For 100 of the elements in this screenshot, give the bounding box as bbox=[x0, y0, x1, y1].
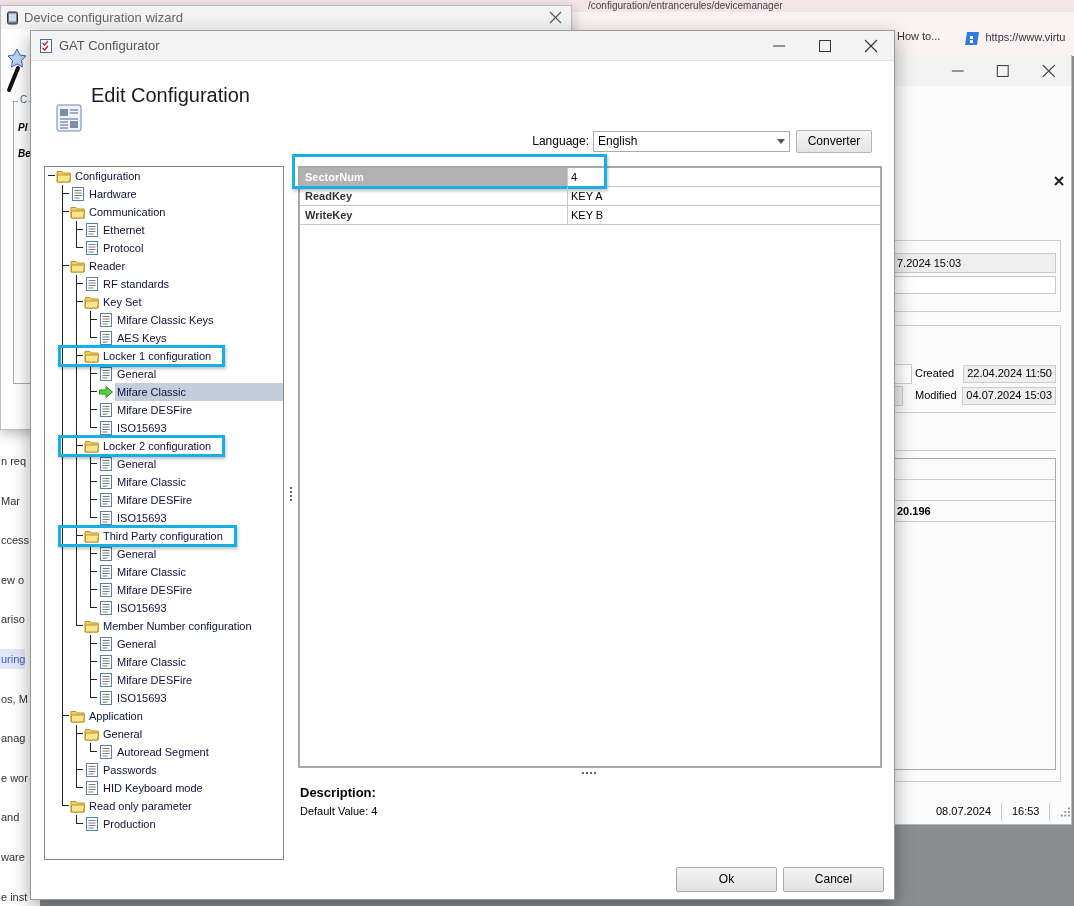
page-text: n req bbox=[0, 454, 27, 469]
page-text: anag bbox=[0, 731, 26, 747]
text-field[interactable] bbox=[895, 386, 903, 406]
tree-item[interactable]: Mifare DESFire bbox=[115, 673, 195, 687]
tree-item[interactable]: ISO15693 bbox=[115, 421, 169, 435]
cancel-button[interactable]: Cancel bbox=[783, 867, 884, 892]
folder-icon bbox=[84, 348, 100, 364]
tree-item[interactable]: Mifare Classic bbox=[115, 383, 283, 401]
page-icon bbox=[98, 744, 114, 760]
tree-line bbox=[90, 554, 91, 563]
tree-item[interactable]: Read only parameter bbox=[87, 799, 194, 813]
status-date: 08.07.2024 bbox=[936, 804, 992, 819]
tree-line bbox=[90, 320, 91, 329]
page-icon bbox=[84, 222, 100, 238]
tree-item[interactable]: Autoread Segment bbox=[115, 745, 211, 759]
page-text: e inst bbox=[0, 889, 28, 905]
folder-icon bbox=[84, 618, 100, 634]
folder-icon bbox=[70, 258, 86, 274]
date-field[interactable]: 04.07.2024 15:03 bbox=[962, 387, 1056, 405]
tree-item[interactable]: Locker 2 configuration bbox=[101, 439, 214, 453]
folder-icon bbox=[70, 798, 86, 814]
text-field[interactable] bbox=[895, 276, 1056, 294]
field-label: Modified bbox=[915, 389, 957, 403]
bookmark[interactable]: How to... bbox=[897, 30, 941, 44]
page-icon bbox=[98, 672, 114, 688]
tree-item[interactable]: Reader bbox=[87, 259, 128, 273]
text-field[interactable]: 7.2024 15:03 bbox=[895, 253, 1056, 273]
tree-item[interactable]: Mifare DESFire bbox=[115, 403, 195, 417]
page-text: ware bbox=[0, 849, 25, 865]
folder-icon bbox=[84, 438, 100, 454]
bookmark[interactable]: https://www.virtu bbox=[985, 31, 1066, 45]
tree-item[interactable]: RF standards bbox=[101, 277, 172, 291]
tree-item[interactable]: General bbox=[115, 367, 159, 381]
tree-item[interactable]: Mifare Classic bbox=[115, 565, 189, 579]
splitter-grip[interactable] bbox=[289, 487, 293, 503]
tree-item[interactable]: HID Keyboard mode bbox=[101, 781, 205, 795]
field-label: Created bbox=[915, 367, 955, 381]
tree-item[interactable]: ISO15693 bbox=[115, 511, 169, 525]
property-name[interactable]: WriteKey bbox=[300, 206, 568, 224]
tree-item[interactable]: Mifare DESFire bbox=[115, 493, 195, 507]
tree-item[interactable]: Locker 1 configuration bbox=[101, 349, 214, 363]
page-icon bbox=[98, 690, 114, 706]
language-select[interactable]: English bbox=[593, 130, 790, 152]
tree-item[interactable]: Communication bbox=[87, 205, 168, 219]
close-icon[interactable] bbox=[1053, 175, 1065, 187]
tree-line bbox=[90, 392, 91, 401]
ok-button[interactable]: Ok bbox=[676, 867, 777, 892]
tree-line bbox=[62, 212, 63, 257]
text-field[interactable] bbox=[895, 364, 912, 384]
page-title: Edit Configuration bbox=[91, 83, 250, 107]
splitter-grip[interactable] bbox=[582, 771, 598, 775]
tree-item[interactable]: ISO15693 bbox=[115, 601, 169, 615]
page-icon bbox=[98, 330, 114, 346]
bookmark-icon[interactable] bbox=[964, 30, 981, 46]
page-icon bbox=[84, 276, 100, 292]
tree-line bbox=[90, 410, 91, 419]
tree-item[interactable]: General bbox=[115, 547, 159, 561]
tree-item[interactable]: Mifare Classic Keys bbox=[115, 313, 216, 327]
tree-item[interactable]: Mifare Classic bbox=[115, 475, 189, 489]
folder-icon bbox=[70, 204, 86, 220]
page-text: and bbox=[0, 810, 20, 826]
tree-item[interactable]: General bbox=[115, 457, 159, 471]
page-icon bbox=[98, 420, 114, 436]
checklist-icon bbox=[39, 37, 53, 54]
dropdown-caret-icon[interactable] bbox=[777, 138, 785, 144]
page-icon bbox=[84, 762, 100, 778]
tree-item[interactable]: ISO15693 bbox=[115, 691, 169, 705]
tree-item[interactable]: Third Party configuration bbox=[101, 529, 225, 543]
tree-item[interactable]: Hardware bbox=[87, 187, 139, 201]
property-name[interactable]: ReadKey bbox=[300, 187, 568, 205]
tree-item[interactable]: General bbox=[115, 637, 159, 651]
tree-item[interactable]: Member Number configuration bbox=[101, 619, 254, 633]
resize-grip-icon[interactable] bbox=[1060, 805, 1071, 818]
date-field[interactable]: 22.04.2024 11:50 bbox=[963, 365, 1056, 383]
property-value[interactable]: 4 bbox=[568, 168, 880, 186]
page-text: os, M bbox=[0, 691, 28, 707]
page-text: ccess bbox=[0, 533, 30, 549]
tree-item[interactable]: General bbox=[101, 727, 145, 741]
tree-item[interactable]: Production bbox=[101, 817, 158, 831]
tree-item[interactable]: Key Set bbox=[101, 295, 144, 309]
page-icon bbox=[98, 402, 114, 418]
property-value[interactable]: KEY A bbox=[568, 187, 880, 205]
table-cell: 20.196 bbox=[897, 505, 931, 517]
status-time: 16:53 bbox=[1011, 804, 1040, 819]
tree-item[interactable]: AES Keys bbox=[115, 331, 169, 345]
tree-item[interactable]: Mifare DESFire bbox=[115, 583, 195, 597]
tree-item[interactable]: Application bbox=[87, 709, 145, 723]
page-icon bbox=[98, 510, 114, 526]
page-icon bbox=[84, 780, 100, 796]
converter-button[interactable]: Converter bbox=[796, 129, 872, 153]
tree-line bbox=[90, 374, 91, 383]
tree-item[interactable]: Ethernet bbox=[101, 223, 147, 237]
tree-item[interactable]: Mifare Classic bbox=[115, 655, 189, 669]
tree-item[interactable]: Protocol bbox=[101, 241, 146, 255]
property-value[interactable]: KEY B bbox=[568, 206, 880, 224]
tree-item[interactable]: Passwords bbox=[101, 763, 159, 777]
page-icon bbox=[98, 654, 114, 670]
tree-line bbox=[90, 662, 91, 671]
tree-item[interactable]: Configuration bbox=[73, 169, 143, 183]
page-text: uring bbox=[0, 648, 26, 669]
